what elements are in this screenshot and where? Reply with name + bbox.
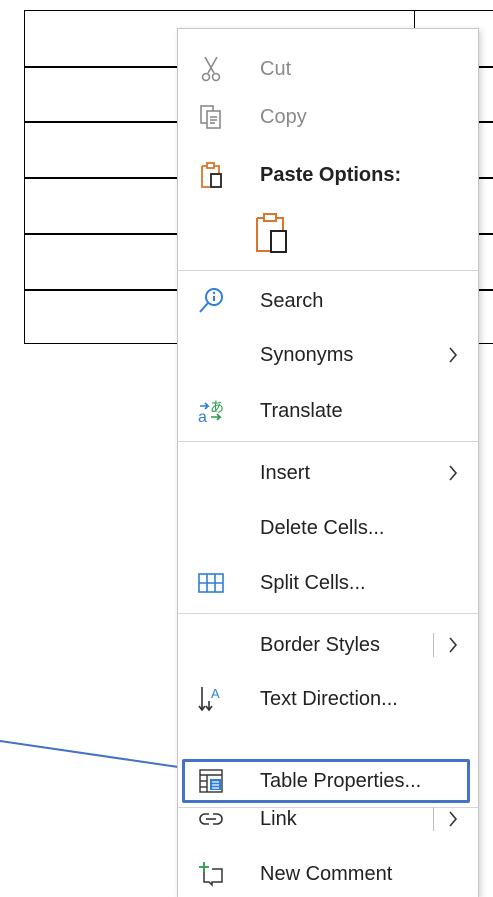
chevron-right-icon (446, 463, 460, 483)
link-menu-item[interactable]: Link (178, 797, 478, 841)
insert-label: Insert (260, 461, 311, 484)
split-divider (433, 807, 434, 831)
menu-separator (178, 270, 478, 271)
paste-options-header: Paste Options: (178, 153, 478, 197)
link-label: Link (260, 807, 297, 830)
search-label: Search (260, 289, 324, 312)
split-cells-icon (196, 568, 226, 598)
delete-cells-menu-item[interactable]: Delete Cells... (178, 506, 478, 550)
chevron-right-icon[interactable] (446, 809, 460, 829)
chevron-right-icon (446, 345, 460, 365)
synonyms-label: Synonyms (260, 343, 354, 366)
svg-text:あ: あ (210, 400, 224, 416)
search-icon (196, 286, 226, 316)
delete-cells-label: Delete Cells... (260, 516, 385, 539)
search-menu-item[interactable]: Search (178, 279, 478, 323)
translate-icon: a あ (196, 396, 226, 426)
insert-menu-item[interactable]: Insert (178, 451, 478, 495)
cut-label: Cut (260, 57, 292, 80)
table-column-line (414, 10, 415, 30)
translate-menu-item[interactable]: a あ Translate (178, 389, 478, 433)
border-styles-label: Border Styles (260, 633, 381, 656)
chevron-right-icon[interactable] (446, 635, 460, 655)
menu-separator (178, 441, 478, 442)
svg-text:a: a (198, 409, 207, 425)
border-styles-menu-item[interactable]: Border Styles (178, 623, 478, 667)
table-border-top (24, 10, 493, 11)
split-cells-menu-item[interactable]: Split Cells... (178, 561, 478, 605)
menu-separator (178, 613, 478, 614)
cut-menu-item[interactable]: Cut (178, 47, 478, 91)
paste-options-label: Paste Options: (260, 163, 402, 186)
new-comment-label: New Comment (260, 862, 393, 885)
link-icon (196, 804, 226, 834)
context-menu: Cut Copy Paste Options: Search Synonyms … (177, 28, 479, 897)
split-cells-label: Split Cells... (260, 571, 366, 594)
copy-icon (196, 102, 226, 132)
text-direction-label: Text Direction... (260, 687, 398, 710)
synonyms-menu-item[interactable]: Synonyms (178, 333, 478, 377)
copy-menu-item[interactable]: Copy (178, 95, 478, 139)
translate-label: Translate (260, 399, 343, 422)
text-direction-menu-item[interactable]: A Text Direction... (178, 677, 478, 721)
scissors-icon (196, 54, 226, 84)
split-divider (433, 633, 434, 657)
paste-keep-text-button[interactable] (178, 207, 478, 261)
table-border-left (24, 10, 25, 344)
clipboard-icon (196, 160, 226, 190)
text-direction-icon: A (196, 684, 226, 714)
svg-text:A: A (211, 686, 220, 701)
new-comment-menu-item[interactable]: New Comment (178, 852, 478, 896)
copy-label: Copy (260, 105, 307, 128)
paste-keep-text-icon (252, 211, 292, 261)
new-comment-icon (196, 859, 226, 889)
